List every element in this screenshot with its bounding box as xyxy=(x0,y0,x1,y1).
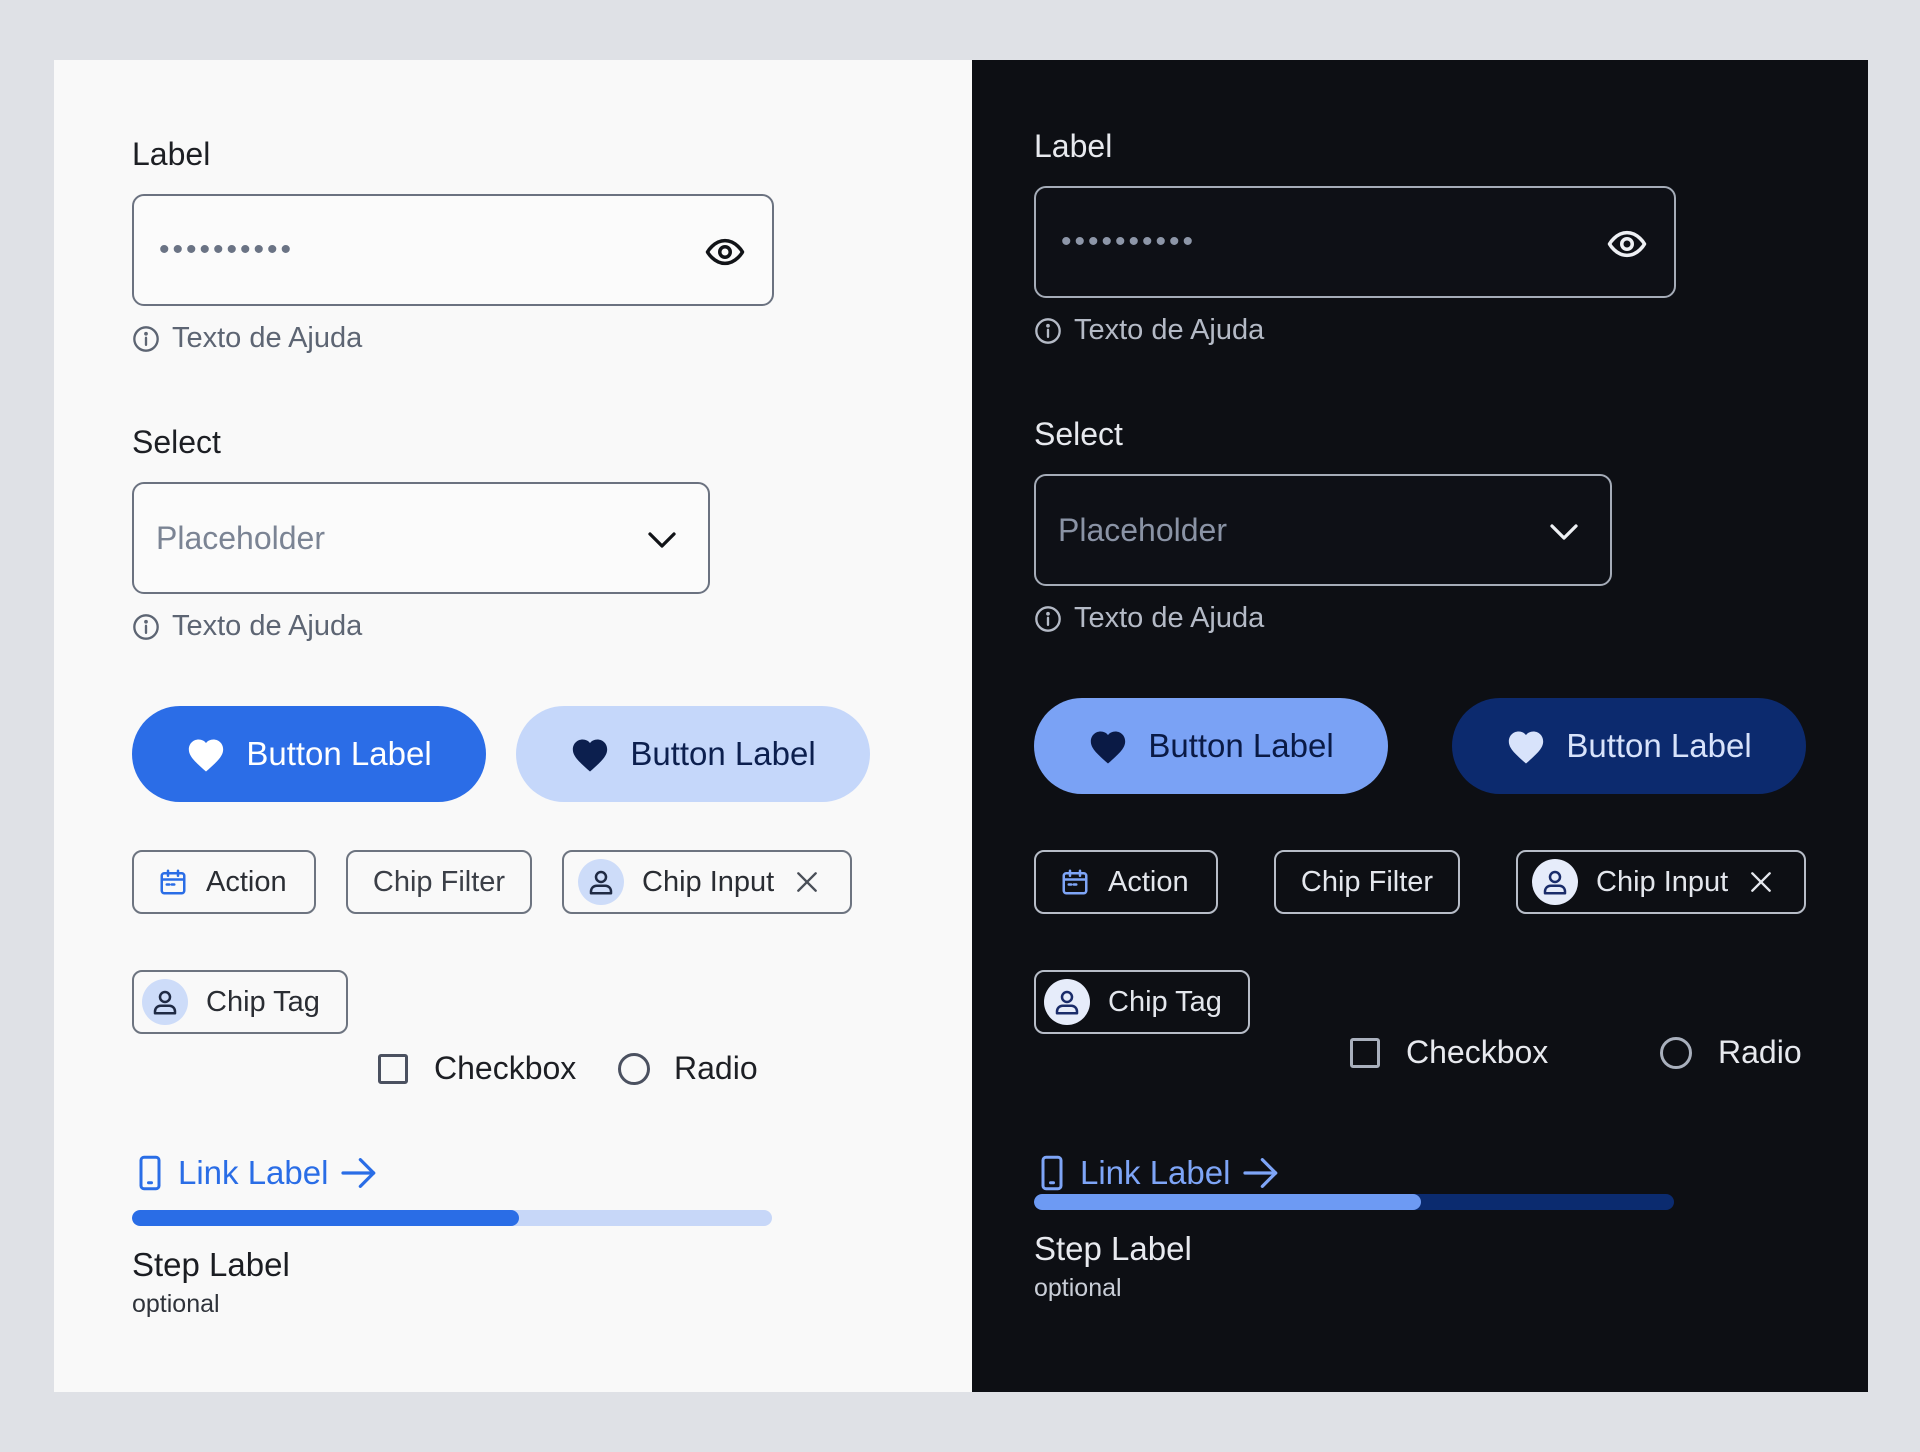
link-label: Link Label xyxy=(1080,1154,1231,1191)
light-theme-panel: Label •••••••••• Texto de Ajuda Select P… xyxy=(54,60,972,1392)
select-placeholder: Placeholder xyxy=(1058,511,1227,548)
select-dropdown[interactable]: Placeholder xyxy=(1034,474,1612,586)
select-help-text: Texto de Ajuda xyxy=(1074,602,1265,634)
chip-action[interactable]: Action xyxy=(132,850,316,914)
secondary-button[interactable]: Button Label xyxy=(1452,698,1806,794)
select-help: Texto de Ajuda xyxy=(1034,602,1264,635)
close-icon[interactable] xyxy=(794,869,820,895)
step-optional: optional xyxy=(132,1290,220,1318)
dark-theme-panel: Label •••••••••• Texto de Ajuda Select P… xyxy=(972,60,1868,1392)
password-input[interactable]: •••••••••• xyxy=(1034,186,1676,298)
calendar-icon xyxy=(1062,869,1088,895)
phone-icon xyxy=(139,1155,161,1191)
avatar xyxy=(578,859,624,905)
arrow-right-icon xyxy=(1243,1158,1278,1188)
chip-action-label: Action xyxy=(1108,865,1189,898)
heart-icon xyxy=(1509,731,1544,764)
chip-filter[interactable]: Chip Filter xyxy=(1274,850,1460,914)
link[interactable]: Link Label xyxy=(138,1154,378,1192)
secondary-button-label: Button Label xyxy=(630,735,816,772)
radio-label: Radio xyxy=(674,1050,758,1086)
user-icon xyxy=(589,870,613,895)
chip-tag[interactable]: Chip Tag xyxy=(1034,970,1250,1034)
info-icon xyxy=(133,613,159,640)
password-value: •••••••••• xyxy=(1061,225,1197,258)
heart-icon xyxy=(573,739,608,772)
radio[interactable]: Radio xyxy=(618,1050,758,1087)
step-label: Step Label xyxy=(1034,1230,1192,1267)
step-optional: optional xyxy=(1034,1274,1122,1302)
info-icon xyxy=(1035,317,1061,344)
user-icon xyxy=(1543,870,1567,895)
checkbox-label: Checkbox xyxy=(1406,1034,1549,1070)
select-help: Texto de Ajuda xyxy=(132,610,362,643)
eye-icon[interactable] xyxy=(704,231,746,273)
step-label: Step Label xyxy=(132,1246,290,1283)
primary-button-label: Button Label xyxy=(1148,727,1334,764)
select-dropdown[interactable]: Placeholder xyxy=(132,482,710,594)
password-help-text: Texto de Ajuda xyxy=(1074,314,1265,346)
eye-icon[interactable] xyxy=(1606,223,1648,265)
avatar xyxy=(1532,859,1578,905)
secondary-button[interactable]: Button Label xyxy=(516,706,870,802)
checkbox[interactable]: Checkbox xyxy=(1350,1034,1548,1071)
close-icon[interactable] xyxy=(1748,869,1774,895)
chip-input[interactable]: Chip Input xyxy=(562,850,852,914)
password-help: Texto de Ajuda xyxy=(132,322,362,355)
chevron-down-icon xyxy=(1550,524,1578,540)
select-help-text: Texto de Ajuda xyxy=(172,610,363,642)
password-field-label: Label xyxy=(1034,128,1113,164)
select-field-label: Select xyxy=(132,424,221,460)
heart-icon xyxy=(189,739,224,772)
progress-fill xyxy=(132,1210,520,1226)
user-icon xyxy=(153,990,177,1015)
info-icon xyxy=(1035,605,1061,632)
password-field-label: Label xyxy=(132,136,211,172)
user-icon xyxy=(1055,990,1079,1015)
select-field-label: Select xyxy=(1034,416,1123,452)
chevron-down-icon xyxy=(648,532,676,548)
checkbox-label: Checkbox xyxy=(434,1050,577,1086)
avatar xyxy=(1044,979,1090,1025)
chip-tag[interactable]: Chip Tag xyxy=(132,970,348,1034)
progress-bar xyxy=(1034,1194,1674,1210)
primary-button[interactable]: Button Label xyxy=(132,706,486,802)
heart-icon xyxy=(1091,731,1126,764)
radio-label: Radio xyxy=(1718,1034,1802,1070)
chip-filter[interactable]: Chip Filter xyxy=(346,850,532,914)
progress-fill xyxy=(1034,1194,1422,1210)
checkbox-box[interactable] xyxy=(1350,1037,1380,1068)
phone-icon xyxy=(1041,1155,1063,1191)
radio-circle[interactable] xyxy=(618,1052,650,1085)
chip-input[interactable]: Chip Input xyxy=(1516,850,1806,914)
info-icon xyxy=(133,325,159,352)
chip-filter-label: Chip Filter xyxy=(1300,865,1434,898)
chip-filter-label: Chip Filter xyxy=(372,865,506,898)
radio-circle[interactable] xyxy=(1660,1036,1692,1069)
chip-input-label: Chip Input xyxy=(642,865,775,898)
primary-button-label: Button Label xyxy=(246,735,432,772)
password-help-text: Texto de Ajuda xyxy=(172,322,363,354)
chip-tag-label: Chip Tag xyxy=(1108,985,1222,1018)
select-placeholder: Placeholder xyxy=(156,519,325,556)
checkbox[interactable]: Checkbox xyxy=(378,1050,576,1087)
password-input[interactable]: •••••••••• xyxy=(132,194,774,306)
secondary-button-label: Button Label xyxy=(1566,727,1752,764)
link-label: Link Label xyxy=(178,1154,329,1191)
primary-button[interactable]: Button Label xyxy=(1034,698,1388,794)
chip-action[interactable]: Action xyxy=(1034,850,1218,914)
progress-bar xyxy=(132,1210,772,1226)
checkbox-box[interactable] xyxy=(378,1053,408,1084)
chip-tag-label: Chip Tag xyxy=(206,985,320,1018)
calendar-icon xyxy=(160,869,186,895)
chip-input-label: Chip Input xyxy=(1596,865,1729,898)
avatar xyxy=(142,979,188,1025)
password-value: •••••••••• xyxy=(159,233,295,266)
arrow-right-icon xyxy=(341,1158,376,1188)
chip-action-label: Action xyxy=(206,865,287,898)
link[interactable]: Link Label xyxy=(1040,1154,1280,1192)
password-help: Texto de Ajuda xyxy=(1034,314,1264,347)
radio[interactable]: Radio xyxy=(1660,1034,1802,1071)
